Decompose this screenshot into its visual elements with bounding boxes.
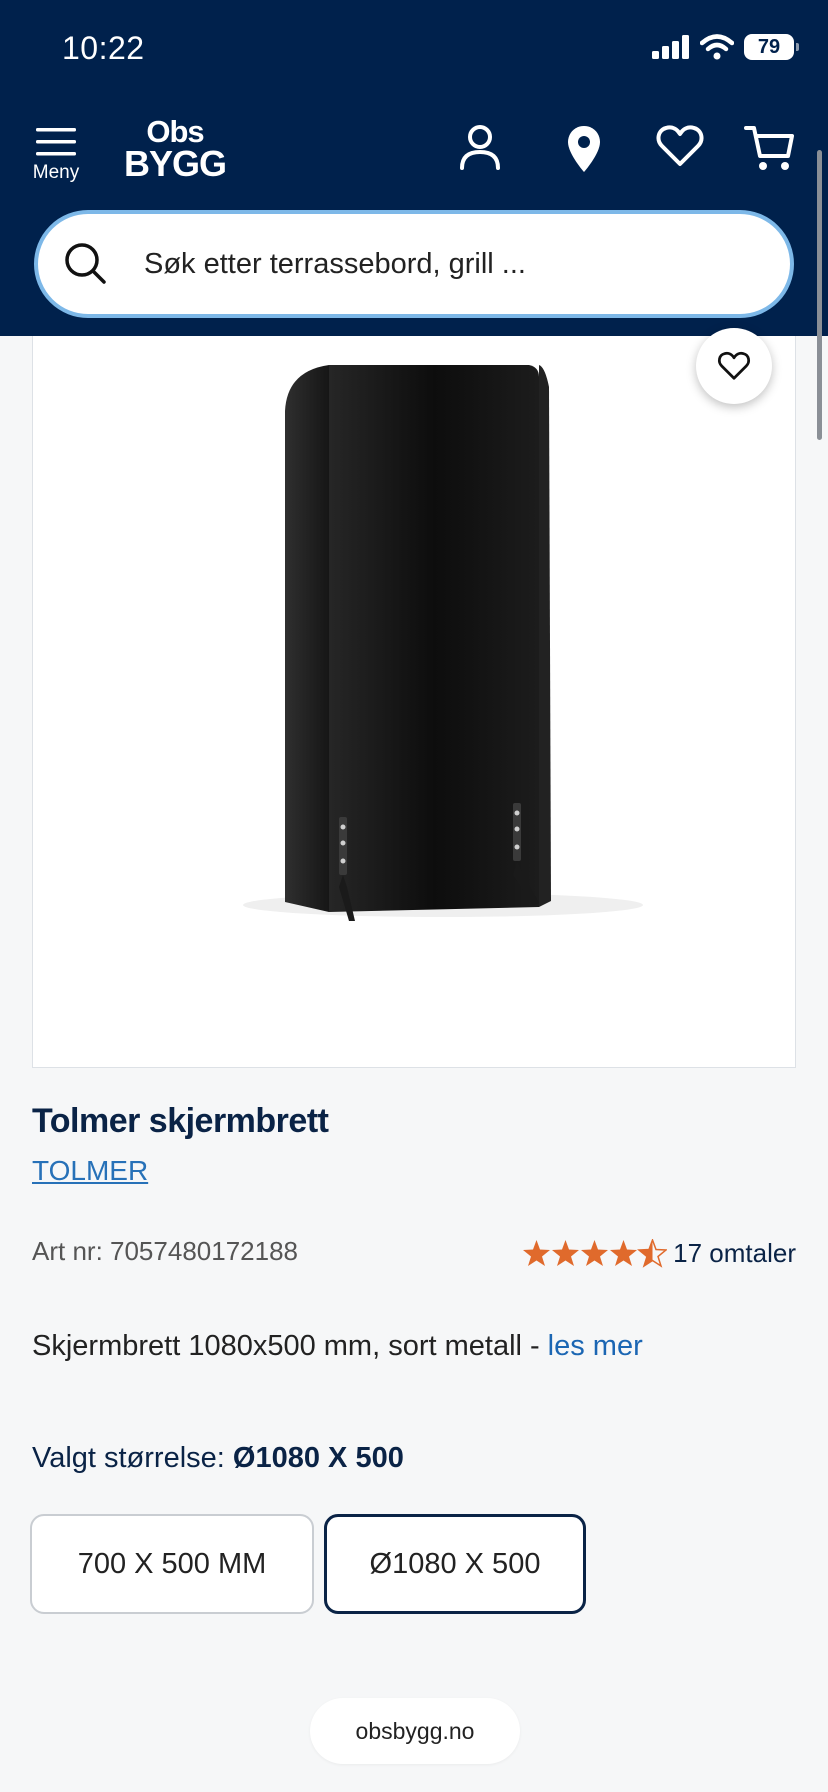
battery-indicator: 79: [744, 34, 799, 60]
store-locator-button[interactable]: [566, 124, 602, 179]
size-option-1080x500[interactable]: Ø1080 X 500: [324, 1514, 586, 1614]
wishlist-button[interactable]: [656, 124, 704, 173]
selected-size-label: Valgt størrelse: Ø1080 X 500: [32, 1442, 404, 1475]
review-count[interactable]: 17 omtaler: [673, 1238, 796, 1269]
product-image-container: [32, 326, 796, 1068]
account-button[interactable]: [458, 124, 502, 177]
add-to-wishlist-button[interactable]: [696, 328, 772, 404]
menu-button[interactable]: Meny: [28, 126, 84, 184]
menu-label: Meny: [32, 162, 80, 183]
article-number: Art nr: 7057480172188: [32, 1236, 298, 1266]
search-input[interactable]: Søk etter terrassebord, grill ...: [34, 210, 794, 318]
status-time: 10:22: [62, 30, 145, 66]
heart-outline-icon: [717, 351, 751, 380]
star-rating-icon: [523, 1238, 667, 1267]
size-label-text: Valgt størrelse:: [32, 1442, 225, 1474]
hamburger-icon: [36, 128, 76, 156]
cart-icon: [744, 126, 794, 170]
logo-bottom-text: BYGG: [124, 143, 227, 184]
site-header: 10:22 79 Meny Obs BYGG Søk etter terrass…: [0, 0, 828, 336]
status-indicators: 79: [652, 34, 799, 60]
wifi-icon: [700, 34, 734, 60]
size-option-700x500[interactable]: 700 X 500 MM: [30, 1514, 314, 1614]
location-icon: [568, 126, 600, 172]
product-description: Skjermbrett 1080x500 mm, sort metall - le…: [32, 1330, 643, 1363]
product-title: Tolmer skjermbrett: [32, 1102, 329, 1140]
browser-url-bar[interactable]: obsbygg.no: [310, 1698, 520, 1764]
search-icon: [65, 243, 106, 284]
signal-icon: [652, 35, 689, 59]
read-more-link[interactable]: les mer: [548, 1330, 643, 1362]
product-image: [243, 365, 643, 921]
search-placeholder: Søk etter terrassebord, grill ...: [144, 247, 526, 280]
cart-button[interactable]: [744, 124, 796, 179]
obs-bygg-logo[interactable]: Obs BYGG: [124, 116, 227, 184]
heart-icon: [656, 125, 704, 166]
description-text: Skjermbrett 1080x500 mm, sort metall -: [32, 1330, 540, 1362]
user-icon: [460, 125, 500, 170]
product-brand-link[interactable]: TOLMER: [32, 1155, 148, 1187]
page-scrollbar[interactable]: [817, 150, 822, 440]
product-rating[interactable]: 17 omtaler: [523, 1238, 796, 1269]
selected-size-value: Ø1080 X 500: [232, 1442, 404, 1474]
